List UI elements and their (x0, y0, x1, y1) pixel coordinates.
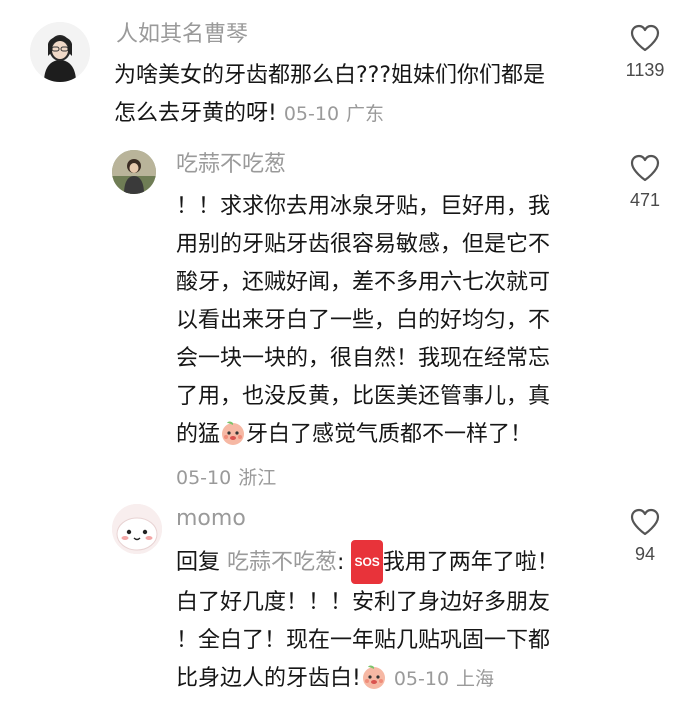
reply-date: 05-10 (393, 668, 450, 690)
avatar[interactable] (112, 504, 162, 554)
reply-location: 浙江 (238, 467, 277, 489)
reply-text-line: 比身边人的牙齿白! 05-10 上海 (176, 660, 559, 703)
reply-location: 上海 (456, 668, 495, 690)
like-button[interactable]: 94 (610, 508, 680, 565)
reply-text-segment: 比身边人的牙齿白! (176, 666, 361, 691)
reply-username[interactable]: 吃蒜不吃葱 (176, 150, 286, 180)
comment-date: 05-10 (283, 103, 340, 125)
reply-text-line: 会一块一块的，很自然！我现在经常忘 (176, 346, 551, 371)
avatar[interactable] (30, 22, 90, 82)
reply-text-segment: 的猛 (176, 422, 221, 447)
avatar-person-photo-icon (112, 150, 156, 194)
heart-outline-icon[interactable] (630, 508, 660, 536)
avatar-cartoon-face-icon (112, 504, 162, 554)
avatar[interactable] (112, 150, 156, 194)
heart-outline-icon[interactable] (630, 154, 660, 182)
reply-colon: : (337, 550, 345, 575)
reply-meta: 05-10 浙江 (176, 459, 550, 497)
reply-text-line: 了用，也没反黄，比医美还管事儿，真 (176, 384, 551, 409)
like-button[interactable]: 471 (610, 154, 680, 211)
reply-text-line: 的猛 牙白了感觉气质都不一样了！ (176, 416, 550, 459)
comment-text-line: 怎么去牙黄的呀! (114, 101, 277, 126)
comment-text-line: 怎么去牙黄的呀! 05-10 广东 (114, 95, 545, 133)
heart-outline-icon[interactable] (630, 24, 660, 52)
like-count: 94 (634, 544, 656, 564)
reply-text-line: ！！求求你去用冰泉牙贴，巨好用，我 (176, 194, 551, 219)
reply-text: ！！求求你去用冰泉牙贴，巨好用，我 用别的牙贴牙齿很容易敏感，但是它不 酸牙，还… (176, 188, 550, 497)
like-count: 471 (629, 190, 661, 210)
comment-username[interactable]: 人如其名曹琴 (116, 20, 248, 50)
like-count: 1139 (625, 60, 665, 80)
reply-text-line: ！全白了！现在一年贴几贴巩固一下都 (176, 628, 551, 653)
like-button[interactable]: 1139 (610, 24, 680, 81)
reply-username[interactable]: momo (176, 504, 246, 534)
reply-item: 吃蒜不吃葱 ！！求求你去用冰泉牙贴，巨好用，我 用别的牙贴牙齿很容易敏感，但是它… (0, 140, 690, 500)
comment-text: 为啥美女的牙齿都那么白???姐妹们你们都是 怎么去牙黄的呀! 05-10 广东 (114, 57, 545, 133)
reply-prefix: 回复 (176, 550, 221, 575)
avatar-girl-photo-icon (30, 22, 90, 82)
comment-item: 人如其名曹琴 为啥美女的牙齿都那么白???姐妹们你们都是 怎么去牙黄的呀! 05… (0, 0, 690, 140)
reply-date: 05-10 (176, 467, 232, 489)
reply-text-line: 用别的牙贴牙齿很容易敏感，但是它不 (176, 232, 551, 257)
comment-location: 广东 (346, 103, 385, 125)
peach-face-emoji-icon (220, 420, 246, 459)
reply-text-line: 酸牙，还贼好闻，差不多用六七次就可 (176, 270, 551, 295)
sos-emoji-icon: SOS (351, 540, 383, 584)
reply-text-line: 以看出来牙白了一些，白的好均匀，不 (176, 308, 551, 333)
reply-item: momo 回复 吃蒜不吃葱: SOS 我用了两年了啦！ 白了好几度！！！安利了身边… (0, 500, 690, 712)
reply-text-segment: 我用了两年了啦！ (382, 550, 559, 575)
comment-text-line: 为啥美女的牙齿都那么白???姐妹们你们都是 (114, 63, 546, 88)
peach-face-emoji-icon (361, 664, 387, 703)
reply-to-username[interactable]: 吃蒜不吃葱 (227, 550, 337, 575)
reply-text-line: 白了好几度！！！安利了身边好多朋友 (176, 590, 551, 615)
reply-text: 回复 吃蒜不吃葱: SOS 我用了两年了啦！ 白了好几度！！！安利了身边好多朋友 … (176, 540, 559, 703)
reply-text-segment: 牙白了感觉气质都不一样了！ (246, 422, 533, 447)
reply-text-line: 回复 吃蒜不吃葱: SOS 我用了两年了啦！ (176, 540, 559, 584)
